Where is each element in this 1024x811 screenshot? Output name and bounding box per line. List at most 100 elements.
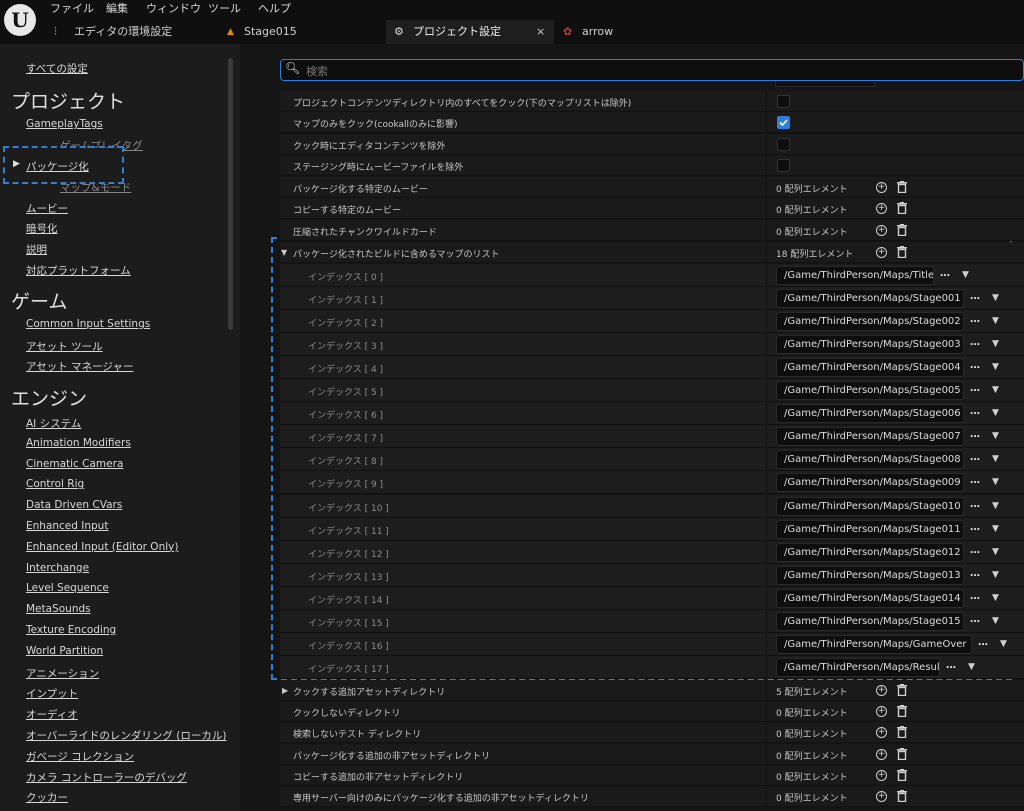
menu-window[interactable]: ウィンドウ <box>146 0 201 16</box>
sidebar-item-platforms[interactable]: 対応プラットフォーム <box>26 263 131 278</box>
sidebar-item-engine[interactable]: Texture Encoding <box>26 624 116 636</box>
map-path-field[interactable]: /Game/ThirdPerson/Maps/Stage008 <box>776 450 964 469</box>
chevron-down-icon[interactable]: ▼ <box>992 570 999 580</box>
sidebar-item-engine[interactable]: ガベージ コレクション <box>26 749 134 764</box>
map-path-field[interactable]: /Game/ThirdPerson/Maps/Stage015 <box>776 612 964 631</box>
sidebar-item-movie[interactable]: ムービー <box>26 201 68 216</box>
map-path-field[interactable]: /Game/ThirdPerson/Maps/Stage012 <box>776 543 964 562</box>
sidebar-item-all-settings[interactable]: すべての設定 <box>26 61 88 76</box>
chevron-down-icon[interactable]: ▼ <box>992 454 999 464</box>
browse-ellipsis-icon[interactable]: … <box>970 475 980 486</box>
browse-ellipsis-icon[interactable]: … <box>970 360 980 371</box>
add-element-icon[interactable]: + <box>876 203 887 214</box>
sidebar-item-engine[interactable]: オーバーライドのレンダリング (ローカル) <box>26 728 226 743</box>
map-path-field[interactable]: /Game/ThirdPerson/Maps/Stage009 <box>776 473 964 492</box>
sidebar-item-engine[interactable]: Level Sequence <box>26 582 109 594</box>
sidebar-item-engine[interactable]: インプット <box>26 686 78 701</box>
chevron-down-icon[interactable]: ▼ <box>992 362 999 372</box>
menu-file[interactable]: ファイル <box>50 0 94 16</box>
browse-ellipsis-icon[interactable]: … <box>970 291 980 302</box>
menu-help[interactable]: ヘルプ <box>258 0 291 16</box>
sidebar-item-engine[interactable]: オーディオ <box>26 707 78 722</box>
setting-checkbox[interactable] <box>777 95 790 108</box>
sidebar-item-engine[interactable]: アニメーション <box>26 666 99 681</box>
menu-edit[interactable]: 編集 <box>106 0 128 16</box>
sidebar-item-common-input[interactable]: Common Input Settings <box>26 318 150 330</box>
sidebar-item-engine[interactable]: クッカー <box>26 790 68 805</box>
browse-ellipsis-icon[interactable]: … <box>970 314 980 325</box>
map-path-field[interactable]: /Game/ThirdPerson/Maps/Stage002 <box>776 312 964 331</box>
trash-icon[interactable] <box>897 705 907 718</box>
map-path-field[interactable]: /Game/ThirdPerson/Maps/Stage006 <box>776 404 964 423</box>
sidebar-item-engine[interactable]: Data Driven CVars <box>26 499 122 511</box>
sidebar-item-asset-manager[interactable]: アセット マネージャー <box>26 359 133 374</box>
sidebar-item-engine[interactable]: AI システム <box>26 416 81 431</box>
map-path-field[interactable]: /Game/ThirdPerson/Maps/GameOver <box>776 635 972 654</box>
tab-stage015[interactable]: ▲ Stage015 <box>222 20 372 44</box>
sidebar-item-engine[interactable]: Cinematic Camera <box>26 458 123 470</box>
trash-icon[interactable] <box>897 748 907 761</box>
browse-ellipsis-icon[interactable]: … <box>970 568 980 579</box>
chevron-down-icon[interactable]: ▼ <box>992 431 999 441</box>
sidebar-item-engine[interactable]: Animation Modifiers <box>26 437 131 449</box>
browse-ellipsis-icon[interactable]: … <box>940 268 950 279</box>
map-path-field[interactable]: /Game/ThirdPerson/Maps/Title <box>776 266 934 285</box>
tab-project-settings[interactable]: ⚙ プロジェクト設定 × <box>386 20 554 44</box>
chevron-down-icon[interactable]: ▼ <box>992 316 999 326</box>
sidebar-item-engine[interactable]: Enhanced Input <box>26 520 108 532</box>
map-path-field[interactable]: /Game/ThirdPerson/Maps/Stage003 <box>776 335 964 354</box>
sidebar-item-engine[interactable]: Enhanced Input (Editor Only) <box>26 541 178 553</box>
sidebar-item-asset-tools[interactable]: アセット ツール <box>26 339 103 354</box>
add-element-icon[interactable]: + <box>876 182 887 193</box>
add-element-icon[interactable]: + <box>876 749 887 760</box>
chevron-down-icon[interactable]: ▼ <box>992 408 999 418</box>
chevron-down-icon[interactable]: ▼ <box>992 501 999 511</box>
chevron-down-icon[interactable]: ▼ <box>992 339 999 349</box>
sidebar-item-gameplay-tags[interactable]: GameplayTags <box>26 118 103 130</box>
browse-ellipsis-icon[interactable]: … <box>970 452 980 463</box>
browse-ellipsis-icon[interactable]: … <box>978 637 988 648</box>
browse-ellipsis-icon[interactable]: … <box>970 614 980 625</box>
trash-icon[interactable] <box>897 769 907 782</box>
add-element-icon[interactable]: + <box>876 791 887 802</box>
browse-ellipsis-icon[interactable]: … <box>970 522 980 533</box>
map-path-field[interactable]: /Game/ThirdPerson/Maps/Stage005 <box>776 381 964 400</box>
search-input[interactable] <box>280 59 1024 81</box>
browse-ellipsis-icon[interactable]: … <box>970 383 980 394</box>
chevron-down-icon[interactable]: ▼ <box>992 593 999 603</box>
add-element-icon[interactable]: + <box>876 247 887 258</box>
sidebar-item-engine[interactable]: World Partition <box>26 645 103 657</box>
add-element-icon[interactable]: + <box>876 225 887 236</box>
tab-editor-preferences[interactable]: ⫶ エディタの環境設定 <box>44 20 214 44</box>
sidebar-item-engine[interactable]: カメラ コントローラーのデバッグ <box>26 770 187 785</box>
sidebar-item-description[interactable]: 説明 <box>26 242 47 257</box>
trash-icon[interactable] <box>897 181 907 194</box>
trash-icon[interactable] <box>897 224 907 237</box>
close-icon[interactable]: × <box>536 20 545 44</box>
map-path-field[interactable]: /Game/ThirdPerson/Maps/Stage010 <box>776 497 964 516</box>
browse-ellipsis-icon[interactable]: … <box>946 660 956 671</box>
add-element-icon[interactable]: + <box>876 770 887 781</box>
map-path-field[interactable]: /Game/ThirdPerson/Maps/Stage011 <box>776 520 964 539</box>
chevron-down-icon[interactable]: ▼ <box>992 385 999 395</box>
tab-arrow[interactable]: ✿ arrow <box>558 20 658 44</box>
sidebar-item-engine[interactable]: Control Rig <box>26 478 84 490</box>
chevron-down-icon[interactable]: ▼ <box>962 270 969 280</box>
chevron-down-icon[interactable]: ▼ <box>992 547 999 557</box>
sidebar-item-engine[interactable]: Interchange <box>26 562 89 574</box>
sidebar-item-encryption[interactable]: 暗号化 <box>26 221 58 236</box>
map-path-field[interactable]: /Game/ThirdPerson/Maps/Stage007 <box>776 427 964 446</box>
map-path-field[interactable]: /Game/ThirdPerson/Maps/Result <box>776 658 940 677</box>
chevron-down-icon[interactable]: ▼ <box>1000 639 1007 649</box>
map-path-field[interactable]: /Game/ThirdPerson/Maps/Stage004 <box>776 358 964 377</box>
sidebar-scrollbar[interactable] <box>228 58 233 330</box>
trash-icon[interactable] <box>897 790 907 803</box>
browse-ellipsis-icon[interactable]: … <box>970 499 980 510</box>
add-element-icon[interactable]: + <box>876 727 887 738</box>
chevron-down-icon[interactable]: ▼ <box>992 524 999 534</box>
trash-icon[interactable] <box>897 202 907 215</box>
browse-ellipsis-icon[interactable]: … <box>970 545 980 556</box>
expanded-arrow-icon[interactable]: ▼ <box>281 248 287 257</box>
browse-ellipsis-icon[interactable]: … <box>970 429 980 440</box>
browse-ellipsis-icon[interactable]: … <box>970 337 980 348</box>
